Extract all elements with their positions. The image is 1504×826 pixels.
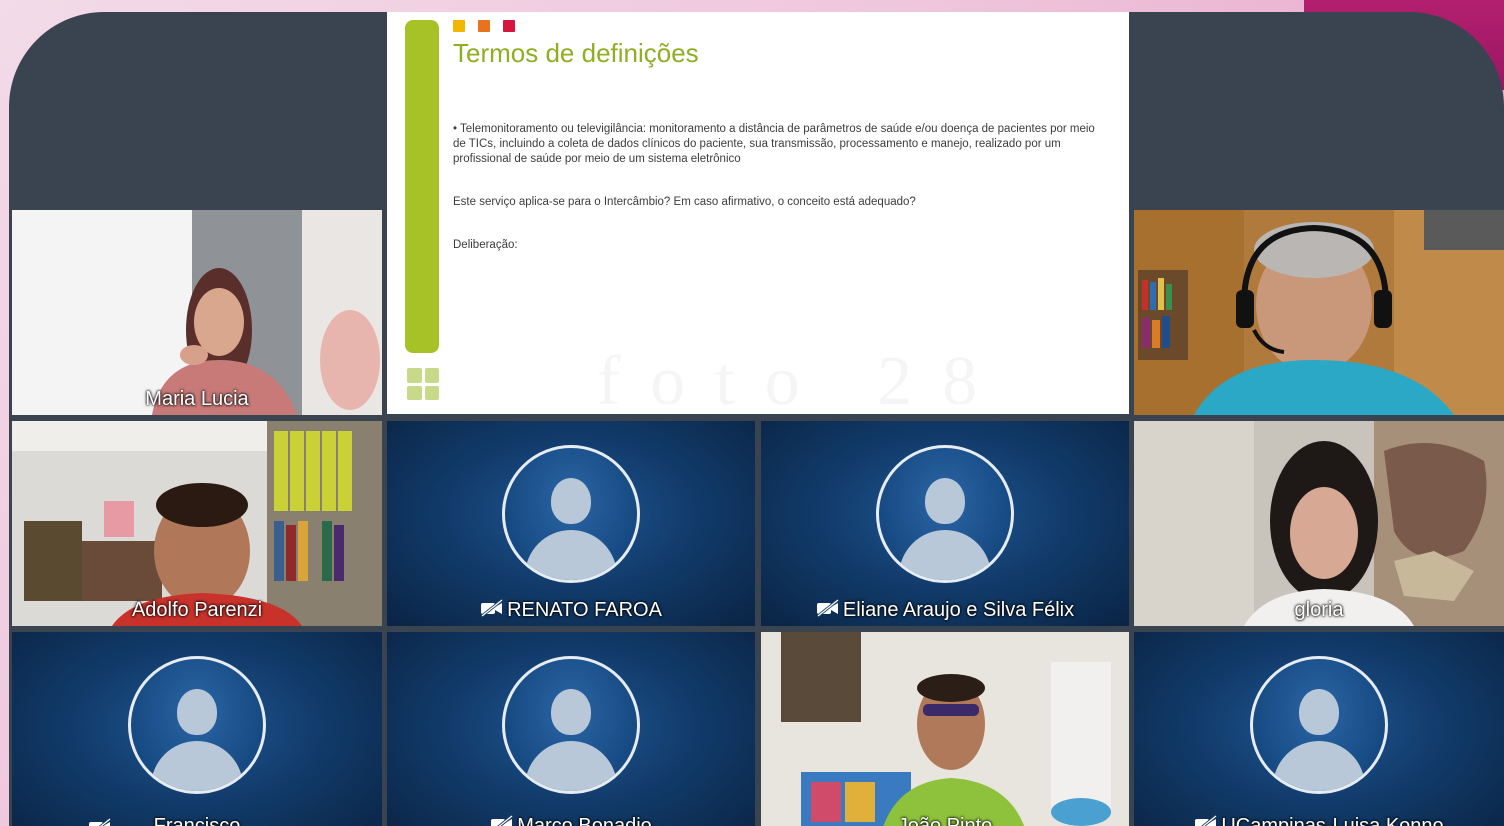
participant-tile-gloria[interactable]: gloria [1134, 421, 1504, 626]
participant-tile-joao-pinto[interactable]: João Pinto [761, 632, 1129, 826]
participant-tile-headset[interactable] [1134, 210, 1504, 415]
video-feed-joao-pinto [761, 632, 1129, 826]
participant-tile-maria-lucia[interactable]: Maria Lucia [12, 210, 382, 415]
participant-tile-marco-bonadio[interactable]: Marco Bonadio [387, 632, 755, 826]
slide-watermark: foto 28 [597, 343, 1008, 414]
participant-name: Adolfo Parenzi [131, 599, 263, 621]
avatar-placeholder-icon [876, 445, 1014, 583]
participant-tile-renato-faroa[interactable]: RENATO FAROA [387, 421, 755, 626]
slide-body: • Telemonitoramento ou televigilância: m… [453, 122, 1103, 281]
slide-accent-bar [405, 20, 439, 353]
avatar-placeholder-icon [502, 445, 640, 583]
slide-logo-icon [407, 368, 439, 400]
dot-yellow [453, 20, 465, 32]
participant-tile-ucampinas-luisa-konno[interactable]: UCampinas-Luisa Konno [1134, 632, 1504, 826]
video-off-icon [490, 815, 514, 826]
participant-name: Francisco [153, 815, 241, 826]
participant-name: João Pinto [897, 815, 993, 826]
slide-title: Termos de definições [453, 38, 699, 68]
shared-screen-slide[interactable]: Termos de definições • Telemonitoramento… [387, 12, 1129, 414]
participant-name-row: Marco Bonadio [387, 815, 755, 826]
slide-bullet: • Telemonitoramento ou televigilância: m… [453, 123, 1095, 165]
video-off-icon [480, 599, 504, 617]
participant-tile-eliane-araujo[interactable]: Eliane Araujo e Silva Félix [761, 421, 1129, 626]
dot-red [503, 20, 515, 32]
avatar-placeholder-icon [128, 656, 266, 794]
dot-orange [478, 20, 490, 32]
participant-name-row: UCampinas-Luisa Konno [1134, 815, 1504, 826]
video-feed-gloria [1134, 421, 1504, 626]
video-feed-maria-lucia [12, 210, 382, 415]
participant-name-row: RENATO FAROA [387, 599, 755, 622]
slide-deliberation: Deliberação: [453, 239, 518, 251]
participant-name: Eliane Araujo e Silva Félix [842, 599, 1075, 621]
slide-decor-dots [453, 20, 515, 32]
participant-name: Marco Bonadio [517, 815, 652, 826]
video-feed-adolfo-parenzi [12, 421, 382, 626]
video-off-icon [1194, 815, 1218, 826]
avatar-placeholder-icon [502, 656, 640, 794]
participant-name: UCampinas-Luisa Konno [1221, 815, 1444, 826]
meeting-window: Termos de definições • Telemonitoramento… [9, 12, 1504, 826]
video-off-icon [816, 599, 840, 617]
participant-name: RENATO FAROA [507, 599, 662, 621]
video-feed-headset [1134, 210, 1504, 415]
participant-tile-adolfo-parenzi[interactable]: Adolfo Parenzi [12, 421, 382, 626]
slide-question: Este serviço aplica-se para o Intercâmbi… [453, 196, 916, 208]
participant-name: gloria [1294, 599, 1344, 621]
avatar-placeholder-icon [1250, 656, 1388, 794]
participant-tile-francisco[interactable]: Francisco [12, 632, 382, 826]
participant-name-row: Eliane Araujo e Silva Félix [761, 599, 1129, 622]
participant-name: Maria Lucia [145, 388, 249, 410]
